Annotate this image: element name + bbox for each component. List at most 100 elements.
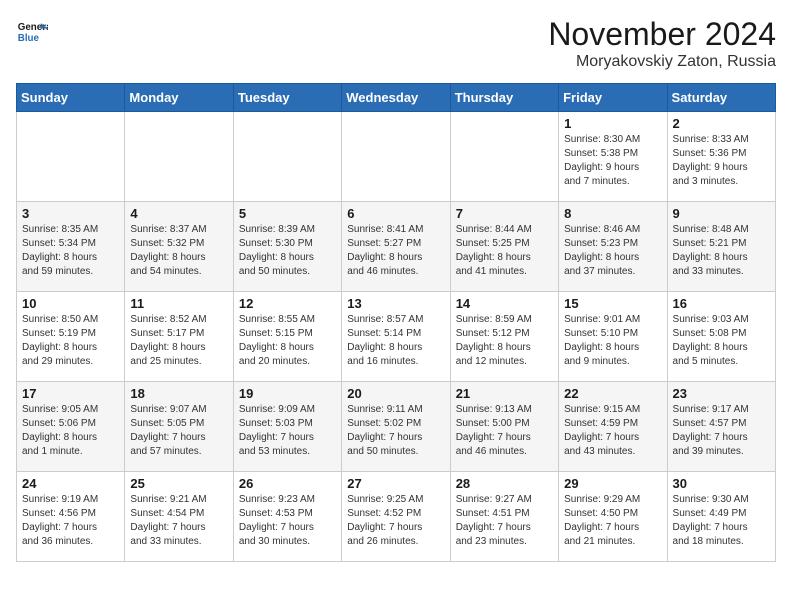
day-number: 11 <box>130 296 227 311</box>
day-number: 26 <box>239 476 336 491</box>
day-info: Sunrise: 8:48 AM Sunset: 5:21 PM Dayligh… <box>673 223 770 279</box>
calendar-cell <box>450 112 558 202</box>
day-number: 2 <box>673 116 770 131</box>
day-number: 30 <box>673 476 770 491</box>
day-info: Sunrise: 8:44 AM Sunset: 5:25 PM Dayligh… <box>456 223 553 279</box>
day-info: Sunrise: 9:27 AM Sunset: 4:51 PM Dayligh… <box>456 493 553 549</box>
day-number: 17 <box>22 386 119 401</box>
day-number: 9 <box>673 206 770 221</box>
title-block: November 2024 Moryakovskiy Zaton, Russia <box>548 16 776 71</box>
day-number: 28 <box>456 476 553 491</box>
calendar-cell <box>342 112 450 202</box>
day-number: 16 <box>673 296 770 311</box>
day-number: 12 <box>239 296 336 311</box>
day-number: 3 <box>22 206 119 221</box>
day-info: Sunrise: 8:35 AM Sunset: 5:34 PM Dayligh… <box>22 223 119 279</box>
calendar-cell: 18Sunrise: 9:07 AM Sunset: 5:05 PM Dayli… <box>125 382 233 472</box>
week-row-1: 1 Sunrise: 8:30 AM Sunset: 5:38 PM Daylig… <box>17 112 776 202</box>
day-info: Sunrise: 9:17 AM Sunset: 4:57 PM Dayligh… <box>673 403 770 459</box>
calendar-cell: 2 Sunrise: 8:33 AM Sunset: 5:36 PM Daylig… <box>667 112 775 202</box>
location: Moryakovskiy Zaton, Russia <box>548 53 776 71</box>
calendar-cell: 20 Sunrise: 9:11 AM Sunset: 5:02 PM Dayli… <box>342 382 450 472</box>
day-info: Sunrise: 8:33 AM Sunset: 5:36 PM Dayligh… <box>673 133 770 189</box>
day-info: Sunrise: 9:19 AM Sunset: 4:56 PM Dayligh… <box>22 493 119 549</box>
calendar-cell: 15Sunrise: 9:01 AM Sunset: 5:10 PM Dayli… <box>559 292 667 382</box>
day-number: 29 <box>564 476 661 491</box>
column-header-wednesday: Wednesday <box>342 84 450 112</box>
month-title: November 2024 <box>548 16 776 53</box>
day-number: 14 <box>456 296 553 311</box>
calendar-cell: 9 Sunrise: 8:48 AM Sunset: 5:21 PM Daylig… <box>667 202 775 292</box>
day-info: Sunrise: 8:46 AM Sunset: 5:23 PM Dayligh… <box>564 223 661 279</box>
day-number: 24 <box>22 476 119 491</box>
calendar-cell: 16Sunrise: 9:03 AM Sunset: 5:08 PM Dayli… <box>667 292 775 382</box>
day-number: 8 <box>564 206 661 221</box>
day-info: Sunrise: 8:59 AM Sunset: 5:12 PM Dayligh… <box>456 313 553 369</box>
day-number: 20 <box>347 386 444 401</box>
day-info: Sunrise: 8:50 AM Sunset: 5:19 PM Dayligh… <box>22 313 119 369</box>
day-info: Sunrise: 8:30 AM Sunset: 5:38 PM Dayligh… <box>564 133 661 189</box>
calendar-cell: 13Sunrise: 8:57 AM Sunset: 5:14 PM Dayli… <box>342 292 450 382</box>
calendar-header-row: SundayMondayTuesdayWednesdayThursdayFrid… <box>17 84 776 112</box>
week-row-3: 10 Sunrise: 8:50 AM Sunset: 5:19 PM Dayli… <box>17 292 776 382</box>
day-number: 7 <box>456 206 553 221</box>
calendar-cell: 3 Sunrise: 8:35 AM Sunset: 5:34 PM Daylig… <box>17 202 125 292</box>
calendar-cell <box>125 112 233 202</box>
week-row-4: 17 Sunrise: 9:05 AM Sunset: 5:06 PM Dayli… <box>17 382 776 472</box>
logo-icon: General Blue <box>16 16 48 48</box>
calendar-cell: 25 Sunrise: 9:21 AM Sunset: 4:54 PM Dayli… <box>125 472 233 562</box>
calendar-cell: 24 Sunrise: 9:19 AM Sunset: 4:56 PM Dayli… <box>17 472 125 562</box>
week-row-5: 24 Sunrise: 9:19 AM Sunset: 4:56 PM Dayli… <box>17 472 776 562</box>
day-info: Sunrise: 9:15 AM Sunset: 4:59 PM Dayligh… <box>564 403 661 459</box>
day-info: Sunrise: 9:13 AM Sunset: 5:00 PM Dayligh… <box>456 403 553 459</box>
column-header-thursday: Thursday <box>450 84 558 112</box>
day-info: Sunrise: 9:05 AM Sunset: 5:06 PM Dayligh… <box>22 403 119 459</box>
day-number: 5 <box>239 206 336 221</box>
day-info: Sunrise: 9:23 AM Sunset: 4:53 PM Dayligh… <box>239 493 336 549</box>
day-info: Sunrise: 9:29 AM Sunset: 4:50 PM Dayligh… <box>564 493 661 549</box>
logo: General Blue <box>16 16 48 48</box>
day-info: Sunrise: 9:11 AM Sunset: 5:02 PM Dayligh… <box>347 403 444 459</box>
day-info: Sunrise: 8:52 AM Sunset: 5:17 PM Dayligh… <box>130 313 227 369</box>
day-number: 19 <box>239 386 336 401</box>
calendar-cell: 26 Sunrise: 9:23 AM Sunset: 4:53 PM Dayli… <box>233 472 341 562</box>
day-info: Sunrise: 8:37 AM Sunset: 5:32 PM Dayligh… <box>130 223 227 279</box>
calendar-cell: 6 Sunrise: 8:41 AM Sunset: 5:27 PM Daylig… <box>342 202 450 292</box>
calendar-cell: 23 Sunrise: 9:17 AM Sunset: 4:57 PM Dayli… <box>667 382 775 472</box>
calendar-cell: 4Sunrise: 8:37 AM Sunset: 5:32 PM Daylig… <box>125 202 233 292</box>
day-number: 23 <box>673 386 770 401</box>
calendar-cell <box>17 112 125 202</box>
day-number: 1 <box>564 116 661 131</box>
calendar-cell <box>233 112 341 202</box>
calendar-cell: 10 Sunrise: 8:50 AM Sunset: 5:19 PM Dayli… <box>17 292 125 382</box>
calendar-cell: 7 Sunrise: 8:44 AM Sunset: 5:25 PM Daylig… <box>450 202 558 292</box>
day-info: Sunrise: 9:21 AM Sunset: 4:54 PM Dayligh… <box>130 493 227 549</box>
calendar-cell: 21 Sunrise: 9:13 AM Sunset: 5:00 PM Dayli… <box>450 382 558 472</box>
week-row-2: 3 Sunrise: 8:35 AM Sunset: 5:34 PM Daylig… <box>17 202 776 292</box>
calendar-cell: 22 Sunrise: 9:15 AM Sunset: 4:59 PM Dayli… <box>559 382 667 472</box>
calendar-cell: 1 Sunrise: 8:30 AM Sunset: 5:38 PM Daylig… <box>559 112 667 202</box>
day-info: Sunrise: 9:25 AM Sunset: 4:52 PM Dayligh… <box>347 493 444 549</box>
calendar-body: 1 Sunrise: 8:30 AM Sunset: 5:38 PM Daylig… <box>17 112 776 562</box>
day-info: Sunrise: 9:07 AM Sunset: 5:05 PM Dayligh… <box>130 403 227 459</box>
column-header-sunday: Sunday <box>17 84 125 112</box>
day-number: 10 <box>22 296 119 311</box>
day-number: 6 <box>347 206 444 221</box>
day-info: Sunrise: 9:30 AM Sunset: 4:49 PM Dayligh… <box>673 493 770 549</box>
calendar-cell: 8 Sunrise: 8:46 AM Sunset: 5:23 PM Daylig… <box>559 202 667 292</box>
day-number: 25 <box>130 476 227 491</box>
calendar-table: SundayMondayTuesdayWednesdayThursdayFrid… <box>16 83 776 562</box>
svg-text:Blue: Blue <box>18 33 40 44</box>
day-info: Sunrise: 9:01 AM Sunset: 5:10 PM Dayligh… <box>564 313 661 369</box>
day-number: 21 <box>456 386 553 401</box>
day-number: 13 <box>347 296 444 311</box>
day-info: Sunrise: 8:41 AM Sunset: 5:27 PM Dayligh… <box>347 223 444 279</box>
day-info: Sunrise: 8:39 AM Sunset: 5:30 PM Dayligh… <box>239 223 336 279</box>
day-info: Sunrise: 8:55 AM Sunset: 5:15 PM Dayligh… <box>239 313 336 369</box>
calendar-cell: 19Sunrise: 9:09 AM Sunset: 5:03 PM Dayli… <box>233 382 341 472</box>
calendar-cell: 27Sunrise: 9:25 AM Sunset: 4:52 PM Dayli… <box>342 472 450 562</box>
column-header-saturday: Saturday <box>667 84 775 112</box>
page-header: General Blue November 2024 Moryakovskiy … <box>16 16 776 71</box>
column-header-friday: Friday <box>559 84 667 112</box>
day-number: 22 <box>564 386 661 401</box>
